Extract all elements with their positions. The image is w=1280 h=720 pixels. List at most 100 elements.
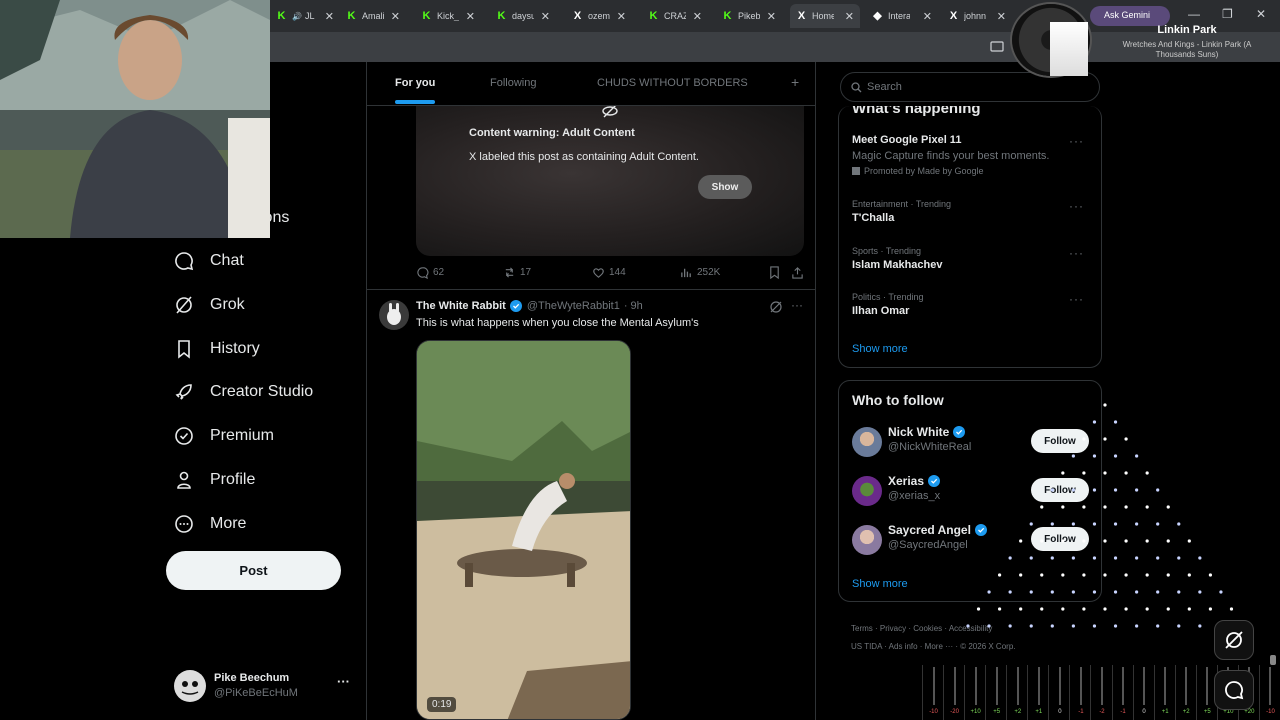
follow-button[interactable]: Follow	[1031, 429, 1089, 453]
webcam-image	[0, 0, 270, 238]
trend-item[interactable]: Sports · Trending Islam Makhachev ···	[852, 246, 1092, 271]
x-logo-icon: X	[573, 9, 582, 22]
follow-button[interactable]: Follow	[1031, 478, 1089, 502]
bookmark-button[interactable]	[768, 266, 785, 279]
tweet-video[interactable]: 0:19	[416, 340, 631, 720]
overlay-dot	[1113, 488, 1118, 492]
overlay-dot	[1198, 624, 1202, 628]
music-artist: Linkin Park	[1157, 24, 1217, 36]
overlay-dot	[1135, 590, 1139, 594]
tab-chuds-without-borders[interactable]: CHUDS WITHOUT BORDERS	[597, 77, 748, 89]
nav-item-premium[interactable]: Premium	[174, 416, 274, 456]
browser-tab[interactable]: Xjohnn ✕	[942, 4, 1012, 28]
add-tab-icon[interactable]: +	[791, 74, 799, 90]
close-tab-icon[interactable]: ✕	[541, 10, 550, 23]
account-more-icon[interactable]: ···	[337, 674, 350, 689]
nav-label: Premium	[210, 427, 275, 444]
chat-icon	[1225, 681, 1244, 700]
trend-item[interactable]: Meet Google Pixel 11 Magic Capture finds…	[852, 134, 1092, 176]
footer-link-cookies[interactable]: Cookies	[913, 624, 942, 633]
trends-show-more-link[interactable]: Show more	[852, 343, 908, 355]
tab-title: ozem	[588, 11, 610, 21]
trend-meta: Entertainment · Trending	[852, 199, 952, 209]
follow-suggestion[interactable]: Xerias @xerias_x Follow	[852, 474, 1092, 510]
tweet-time[interactable]: · 9h	[624, 300, 643, 312]
trend-more-icon[interactable]: ···	[1069, 134, 1084, 148]
close-tab-icon[interactable]: ✕	[997, 10, 1006, 23]
close-tab-icon[interactable]: ✕	[845, 10, 854, 23]
follow-suggestion[interactable]: Nick White @NickWhiteReal Follow	[852, 425, 1092, 461]
browser-tab[interactable]: K Pikeb ✕	[716, 4, 782, 28]
video-frame	[417, 341, 630, 719]
overlay-dot	[1166, 607, 1170, 611]
footer-link-terms[interactable]: Terms	[851, 624, 873, 633]
browser-tab[interactable]: Kdaysu ✕	[490, 4, 556, 28]
nav-item-chat[interactable]: Chat	[174, 241, 244, 281]
who-to-follow-panel: Who to follow Nick White @NickWhiteReal …	[838, 380, 1102, 602]
overlay-dot	[1166, 573, 1170, 577]
nav-item-history[interactable]: History	[174, 329, 260, 369]
close-tab-icon[interactable]: ✕	[923, 10, 932, 23]
overlay-dot	[1187, 607, 1191, 611]
suggestion-name: Nick White	[888, 425, 950, 439]
trend-more-icon[interactable]: ···	[1069, 246, 1084, 260]
close-tab-icon[interactable]: ✕	[767, 10, 776, 23]
close-tab-icon[interactable]: ✕	[617, 10, 626, 23]
views-button[interactable]: 252K	[680, 266, 720, 279]
who-to-follow-show-more-link[interactable]: Show more	[852, 578, 908, 590]
share-button[interactable]	[791, 266, 808, 279]
footer-link-more[interactable]: More ···	[925, 642, 953, 651]
tweet-more-icon[interactable]: ···	[791, 298, 803, 312]
tab-for-you[interactable]: For you	[395, 77, 435, 89]
browser-tab[interactable]: K 🔊 JL ✕	[270, 4, 340, 28]
like-button[interactable]: 144	[592, 266, 626, 279]
search-placeholder: Search	[867, 81, 902, 93]
browser-tab[interactable]: Xozem ✕	[566, 4, 632, 28]
footer-link-privacy[interactable]: Privacy	[880, 624, 906, 633]
trend-item[interactable]: Politics · Trending Ilhan Omar ···	[852, 292, 1092, 317]
trend-item[interactable]: Entertainment · Trending T'Challa ···	[852, 199, 1092, 224]
close-tab-icon[interactable]: ✕	[391, 10, 400, 23]
suggestion-handle: @xerias_x	[888, 490, 941, 502]
author-handle[interactable]: @TheWyteRabbit1	[527, 300, 620, 312]
suggestion-handle: @NickWhiteReal	[888, 441, 972, 453]
trend-more-icon[interactable]: ···	[1069, 199, 1084, 213]
browser-tab[interactable]: ◆ Intera ✕	[866, 4, 938, 28]
post-button[interactable]: Post	[166, 551, 341, 590]
browser-tab[interactable]: K Kick_ ✕	[415, 4, 481, 28]
show-content-button[interactable]: Show	[698, 175, 752, 199]
nav-item-more[interactable]: More	[174, 504, 246, 544]
reply-button[interactable]: 62	[416, 266, 444, 279]
close-tab-icon[interactable]: ✕	[466, 10, 475, 23]
search-input[interactable]: Search	[840, 72, 1100, 102]
follow-suggestion[interactable]: Saycred Angel @SaycredAngel Follow	[852, 523, 1092, 559]
browser-tab[interactable]: K Amali ✕	[340, 4, 406, 28]
bookmark-icon	[178, 340, 190, 359]
kick-favicon-icon: K	[649, 9, 658, 22]
browser-tab-active[interactable]: X Home ✕	[790, 4, 860, 28]
footer-link-us-tida[interactable]: US TIDA	[851, 642, 882, 651]
tab-following[interactable]: Following	[490, 77, 536, 89]
nav-item-profile[interactable]: Profile	[174, 460, 255, 500]
browser-tab[interactable]: K CRAZ ✕	[642, 4, 708, 28]
overlay-dot	[1145, 607, 1149, 611]
scrollbar-thumb[interactable]	[1270, 655, 1276, 665]
x-logo-icon: X	[949, 9, 958, 22]
grok-icon[interactable]	[769, 300, 783, 314]
footer-link-accessibility[interactable]: Accessibility	[949, 624, 993, 633]
messages-floating-button[interactable]	[1214, 670, 1254, 710]
account-switcher[interactable]: Pike Beechum @PiKeBeEcHuM ···	[174, 666, 354, 706]
footer-link-ads-info[interactable]: Ads info	[889, 642, 918, 651]
follow-button[interactable]: Follow	[1031, 527, 1089, 551]
trend-more-icon[interactable]: ···	[1069, 292, 1084, 306]
close-tab-icon[interactable]: ✕	[693, 10, 702, 23]
tweet[interactable]: The White Rabbit @TheWyteRabbit1 · 9h ··…	[367, 289, 815, 720]
repost-button[interactable]: 17	[503, 266, 531, 279]
cast-icon[interactable]	[990, 41, 1004, 53]
close-tab-icon[interactable]: ✕	[325, 10, 334, 23]
grok-floating-button[interactable]	[1214, 620, 1254, 660]
author-name[interactable]: The White Rabbit	[416, 300, 506, 312]
verified-badge-icon	[175, 427, 193, 445]
nav-item-grok[interactable]: Grok	[174, 285, 245, 325]
nav-item-creator-studio[interactable]: Creator Studio	[174, 372, 313, 412]
